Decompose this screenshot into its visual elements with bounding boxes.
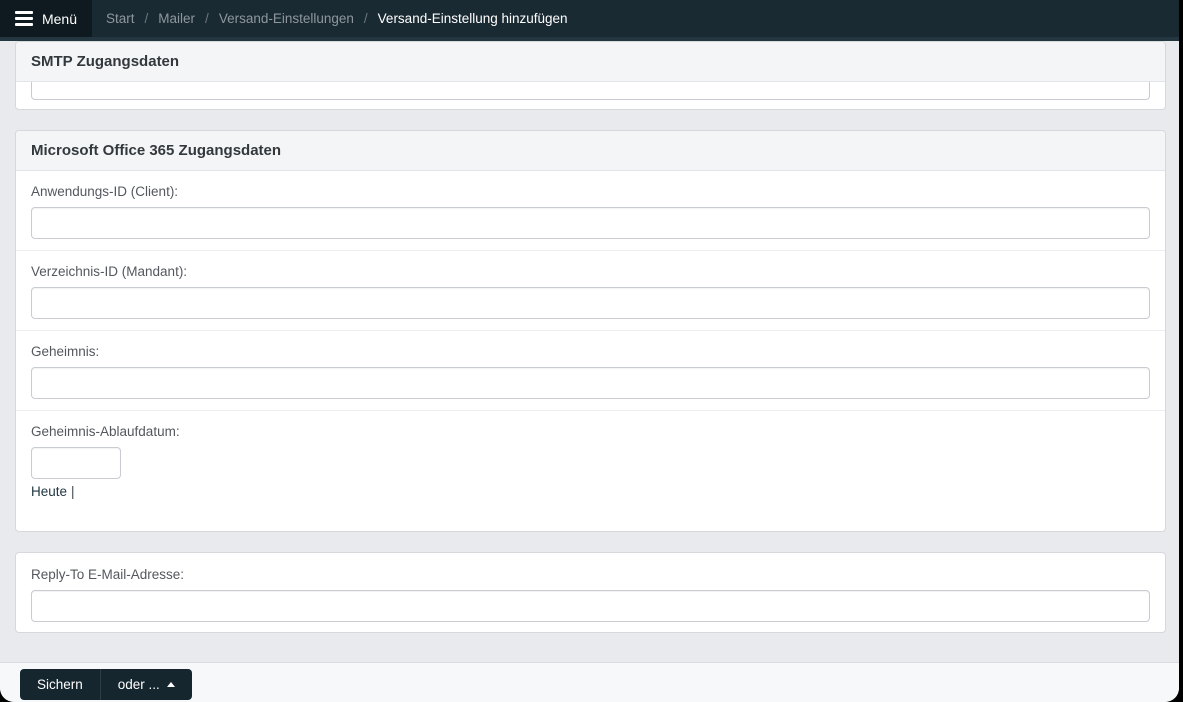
form-footer-bar: Sichern oder ... (0, 662, 1179, 702)
save-button[interactable]: Sichern (20, 669, 100, 700)
breadcrumb-separator: / (144, 11, 149, 26)
date-quick-links: Heute | (31, 484, 1150, 499)
breadcrumb-start[interactable]: Start (106, 11, 135, 26)
office365-panel-header: Microsoft Office 365 Zugangsdaten (16, 131, 1165, 171)
save-or-label: oder ... (117, 677, 160, 692)
menu-toggle-label: Menü (41, 10, 78, 27)
reply-to-label: Reply-To E-Mail-Adresse: (31, 567, 185, 582)
tenant-id-label: Verzeichnis-ID (Mandant): (31, 264, 188, 279)
secret-expiry-date-input[interactable] (31, 447, 121, 479)
tenant-id-input[interactable] (31, 287, 1150, 319)
breadcrumb-current-page: Versand-Einstellung hinzufügen (377, 11, 568, 26)
breadcrumb-separator: / (363, 11, 368, 26)
secret-expiry-label: Geheimnis-Ablaufdatum: (31, 424, 180, 439)
secret-label: Geheimnis: (31, 344, 100, 359)
secret-input[interactable] (31, 367, 1150, 399)
breadcrumb-separator: / (205, 11, 209, 26)
app-window: Menü Start / Mailer / Versand-Einstellun… (0, 0, 1179, 702)
form-group-tenant-id: Verzeichnis-ID (Mandant): (16, 250, 1165, 330)
breadcrumb: Start / Mailer / Versand-Einstellungen /… (92, 0, 568, 37)
form-group-reply-to: Reply-To E-Mail-Adresse: (16, 553, 1165, 632)
today-link[interactable]: Heute (31, 484, 67, 499)
reply-to-email-input[interactable] (31, 590, 1150, 622)
breadcrumb-versand-einstellungen[interactable]: Versand-Einstellungen (219, 11, 354, 26)
smtp-credentials-panel: SMTP Zugangsdaten (15, 41, 1166, 110)
smtp-panel-header: SMTP Zugangsdaten (16, 42, 1165, 82)
menu-toggle-button[interactable]: Menü (0, 0, 92, 37)
smtp-panel-title: SMTP Zugangsdaten (31, 53, 180, 70)
client-id-input[interactable] (31, 207, 1150, 239)
office365-panel-title: Microsoft Office 365 Zugangsdaten (31, 142, 282, 159)
top-navbar: Menü Start / Mailer / Versand-Einstellun… (0, 0, 1179, 41)
main-content: SMTP Zugangsdaten Microsoft Office 365 Z… (0, 41, 1179, 662)
form-group-secret: Geheimnis: (16, 330, 1165, 410)
date-links-separator: | (71, 484, 75, 499)
caret-up-icon (166, 682, 175, 687)
save-or-dropdown-button[interactable]: oder ... (99, 669, 192, 700)
office365-credentials-panel: Microsoft Office 365 Zugangsdaten Anwend… (15, 130, 1166, 532)
save-button-group: Sichern oder ... (20, 669, 192, 700)
reply-to-panel: Reply-To E-Mail-Adresse: (15, 552, 1166, 633)
client-id-label: Anwendungs-ID (Client): (31, 184, 179, 199)
form-group-client-id: Anwendungs-ID (Client): (16, 171, 1165, 250)
form-group-secret-expiry: Geheimnis-Ablaufdatum: Heute | (16, 410, 1165, 531)
hamburger-icon (14, 11, 33, 26)
breadcrumb-mailer[interactable]: Mailer (158, 11, 195, 26)
